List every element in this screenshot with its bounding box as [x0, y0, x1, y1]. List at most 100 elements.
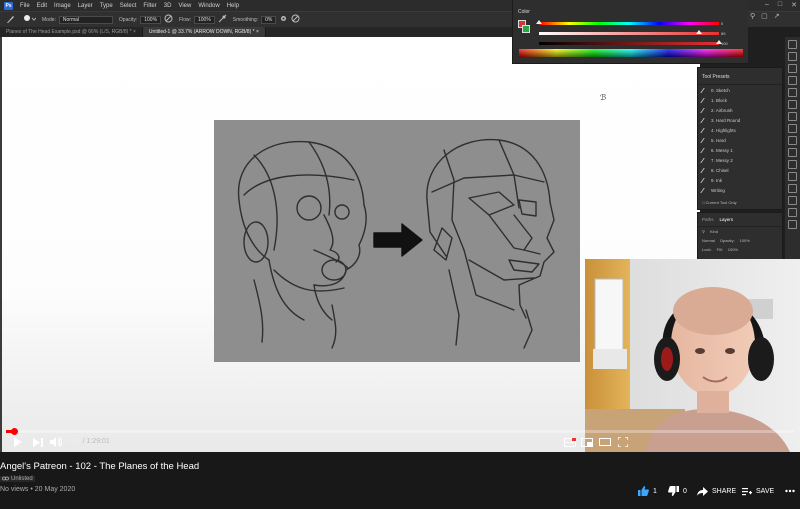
more-actions-button[interactable]	[785, 484, 795, 498]
photoshop-top-icons: ⚲ ▢ ↗	[750, 12, 780, 20]
visibility-badge: Unlisted	[0, 474, 35, 483]
text-cursor-icon: ℬ	[600, 93, 607, 102]
saturation-value: 89	[721, 31, 726, 36]
menu-layer: Layer	[77, 2, 93, 9]
flow-input: 100%	[194, 15, 215, 24]
preset-item: 2. Airbrush	[698, 105, 782, 115]
share-button[interactable]: SHARE	[697, 484, 736, 498]
search-icon: ⚲	[750, 13, 756, 20]
preset-item: 4. Highlights	[698, 125, 782, 135]
menu-file: File	[20, 2, 30, 9]
menu-type: Type	[99, 2, 113, 9]
preset-item: 1. Block	[698, 95, 782, 105]
mode-field: Mode: Normal	[42, 15, 113, 24]
healing-tool-icon	[788, 112, 797, 121]
tool-presets-header: Tool Presets	[698, 68, 782, 85]
brush-icon	[700, 167, 709, 173]
volume-button[interactable]	[49, 434, 63, 450]
theater-mode-icon	[599, 438, 611, 446]
next-button[interactable]	[31, 434, 45, 450]
head-sketch-svg	[237, 138, 555, 349]
save-button[interactable]: SAVE	[742, 484, 774, 498]
flow-field: Flow: 100%	[179, 14, 227, 25]
miniplayer-button[interactable]	[580, 434, 594, 450]
gradient-tool-icon	[788, 172, 797, 181]
player-controls: 0:53 / 1:29:01	[0, 434, 800, 452]
time-total: 1:29:01	[86, 438, 110, 445]
save-label: SAVE	[756, 487, 775, 495]
quick-select-tool-icon	[788, 76, 797, 85]
progress-bar[interactable]	[6, 428, 794, 435]
minimize-icon: –	[764, 1, 769, 8]
layers-panel-tabs: Paths Layers	[698, 213, 782, 227]
airbrush-icon	[218, 14, 227, 25]
planes-of-head-drawing	[214, 120, 580, 362]
color-panel-header: Color	[518, 9, 530, 15]
menu-filter: Filter	[143, 2, 157, 9]
color-panel: Color 0 89 100	[512, 0, 748, 64]
hue-value: 0	[721, 21, 724, 26]
thumbs-up-icon	[638, 486, 649, 496]
current-tool-only: □ Current Tool Only	[702, 200, 737, 205]
pen-tool-icon	[788, 208, 797, 217]
eyedropper-tool-icon	[788, 100, 797, 109]
brush-icon	[700, 87, 709, 93]
brush-tool-icon	[6, 14, 16, 26]
blur-tool-icon	[788, 184, 797, 193]
background-color-swatch	[522, 25, 530, 33]
share-arrow-icon	[697, 486, 708, 496]
smoothing-field: Smoothing: 0%	[233, 14, 301, 25]
visibility-label: Unlisted	[11, 475, 33, 482]
pressure-size-icon	[291, 14, 300, 25]
brush-icon	[700, 107, 709, 113]
video-player[interactable]: Ps File Edit Image Layer Type Select Fil…	[0, 0, 800, 452]
fullscreen-icon	[618, 437, 628, 447]
volume-icon	[50, 437, 62, 447]
brightness-value: 100	[721, 41, 728, 46]
photoshop-toolbar	[785, 37, 800, 262]
brush-icon	[700, 137, 709, 143]
gear-icon	[279, 14, 288, 25]
tab-layers: Layers	[719, 217, 734, 222]
subtitles-icon	[564, 437, 576, 447]
time-display: 0:53 / 1:29:01	[67, 438, 110, 445]
type-tool-icon	[788, 220, 797, 229]
dislike-button[interactable]: 0	[668, 484, 687, 498]
pressure-opacity-icon	[164, 14, 173, 25]
subtitles-button[interactable]	[563, 434, 577, 450]
canvas-gutter	[0, 37, 2, 452]
dodge-tool-icon	[788, 196, 797, 205]
fullscreen-button[interactable]	[616, 434, 630, 450]
thumbs-down-icon	[668, 486, 679, 496]
close-icon: ✕	[791, 2, 797, 9]
menu-view: View	[178, 2, 192, 9]
layer-lock-row: Lock: Fill: 100%	[702, 247, 739, 252]
play-button[interactable]	[10, 434, 24, 450]
history-brush-icon	[788, 148, 797, 157]
theater-mode-button[interactable]	[598, 434, 612, 450]
preset-item: 3. Hard Round	[698, 115, 782, 125]
hue-slider-knob	[536, 20, 542, 24]
webcam-overlay	[585, 259, 800, 452]
video-title: Angel's Patreon - 102 - The Planes of th…	[0, 461, 200, 472]
like-button[interactable]: 1	[638, 484, 657, 498]
menu-help: Help	[226, 2, 240, 9]
stamp-tool-icon	[788, 136, 797, 145]
miniplayer-icon	[581, 437, 593, 447]
preset-item: 5. Hard	[698, 135, 782, 145]
menu-select: Select	[119, 2, 137, 9]
maximize-icon: □	[777, 1, 783, 8]
preset-item: 0. Sketch	[698, 85, 782, 95]
menu-image: Image	[54, 2, 71, 9]
hue-slider	[536, 20, 719, 25]
move-tool-icon	[788, 40, 797, 49]
crop-tool-icon	[788, 88, 797, 97]
window-controls: – □ ✕	[765, 1, 797, 9]
menu-edit: Edit	[36, 2, 48, 9]
mode-select: Normal	[58, 15, 113, 24]
menu-3d: 3D	[163, 2, 172, 9]
brush-icon	[700, 187, 709, 193]
more-horizontal-icon	[785, 489, 795, 493]
next-icon	[33, 437, 43, 447]
link-icon	[2, 476, 9, 481]
